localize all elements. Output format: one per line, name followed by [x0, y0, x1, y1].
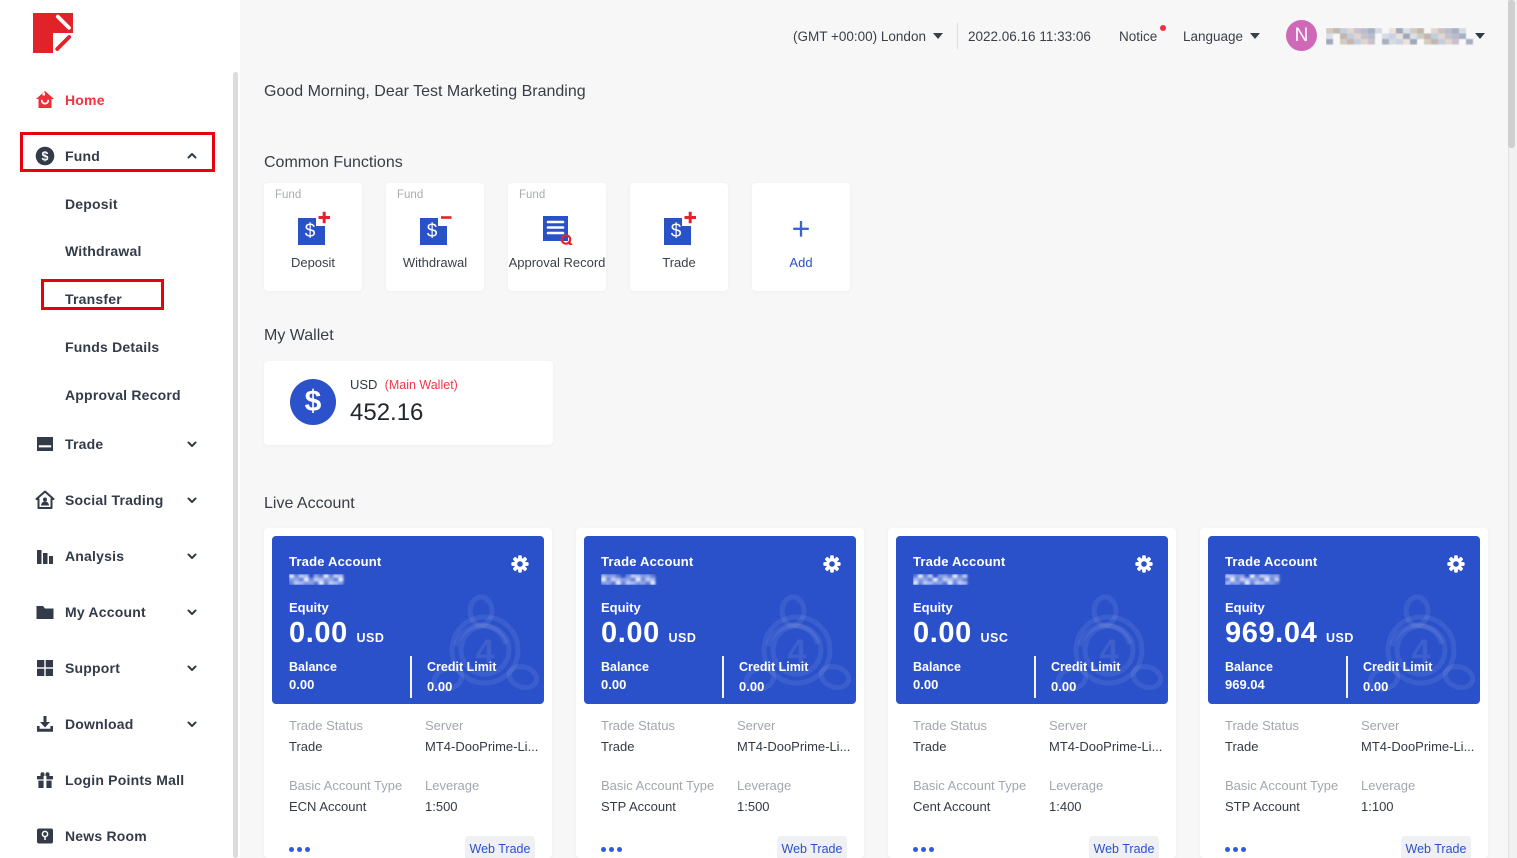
svg-text:4: 4 — [476, 633, 495, 671]
svg-text:$: $ — [305, 221, 316, 242]
svg-text:$: $ — [42, 149, 49, 163]
svg-text:$: $ — [427, 221, 438, 242]
svg-text:$: $ — [671, 221, 682, 242]
svg-text:4: 4 — [788, 633, 807, 671]
svg-text:4: 4 — [1412, 633, 1431, 671]
svg-text:4: 4 — [1100, 633, 1119, 671]
